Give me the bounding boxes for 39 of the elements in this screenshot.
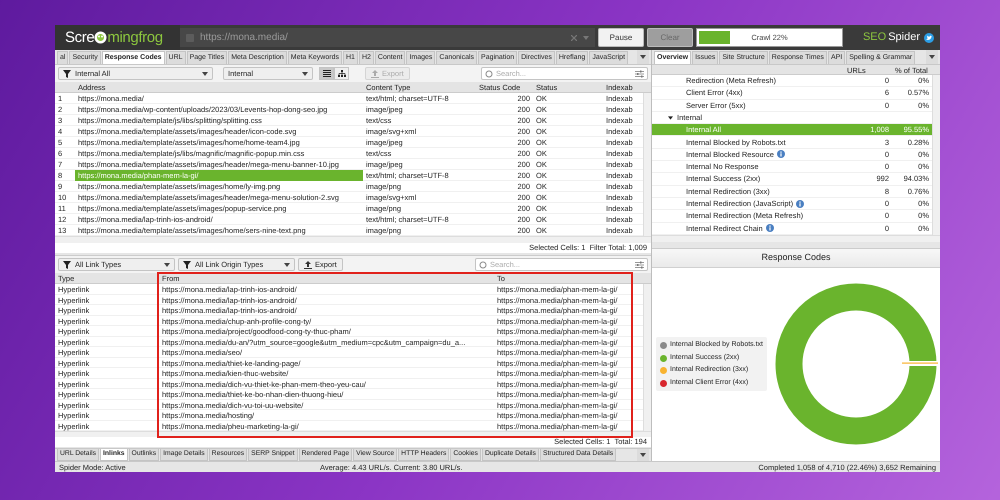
scrollbar[interactable] [643,284,651,431]
chart-title: Response Codes [761,251,831,264]
caret-icon [640,453,646,457]
caret-icon [583,36,589,40]
frog-icon [94,31,108,44]
more-tabs-button[interactable] [926,50,938,64]
caret-icon [202,72,208,76]
filter-icon [63,260,71,268]
close-icon [571,34,577,40]
settings-icon [635,70,644,78]
scrollbar[interactable] [932,75,940,235]
caret-icon[interactable] [668,116,673,120]
pause-button[interactable]: Pause [598,28,644,47]
caret-icon [929,55,935,59]
more-tabs-button[interactable] [637,449,649,461]
scrollbar[interactable] [55,236,651,243]
caret-icon [164,262,170,266]
list-view-button[interactable] [319,67,334,80]
scrollbar[interactable] [643,93,651,236]
url-text: https://mona.media/ [200,31,289,45]
settings-icon [635,260,644,268]
brand-text: SEO [862,30,886,46]
caret-icon [302,72,308,76]
hierarchy-icon [338,70,346,77]
brand-text: Spider [888,30,920,46]
upload-icon [371,70,379,78]
filter-icon [63,70,71,78]
caret-icon [284,262,290,266]
tree-view-button[interactable] [334,67,349,80]
search-icon [485,70,493,78]
list-icon [322,70,330,77]
logo-text: mingfrog [107,30,163,45]
upload-icon [304,260,312,268]
filter-icon [183,260,191,268]
search-icon [479,260,487,268]
caret-icon [640,55,646,59]
bird-icon [924,32,934,42]
logo-text: Scre [65,30,94,45]
more-tabs-button[interactable] [637,50,649,64]
